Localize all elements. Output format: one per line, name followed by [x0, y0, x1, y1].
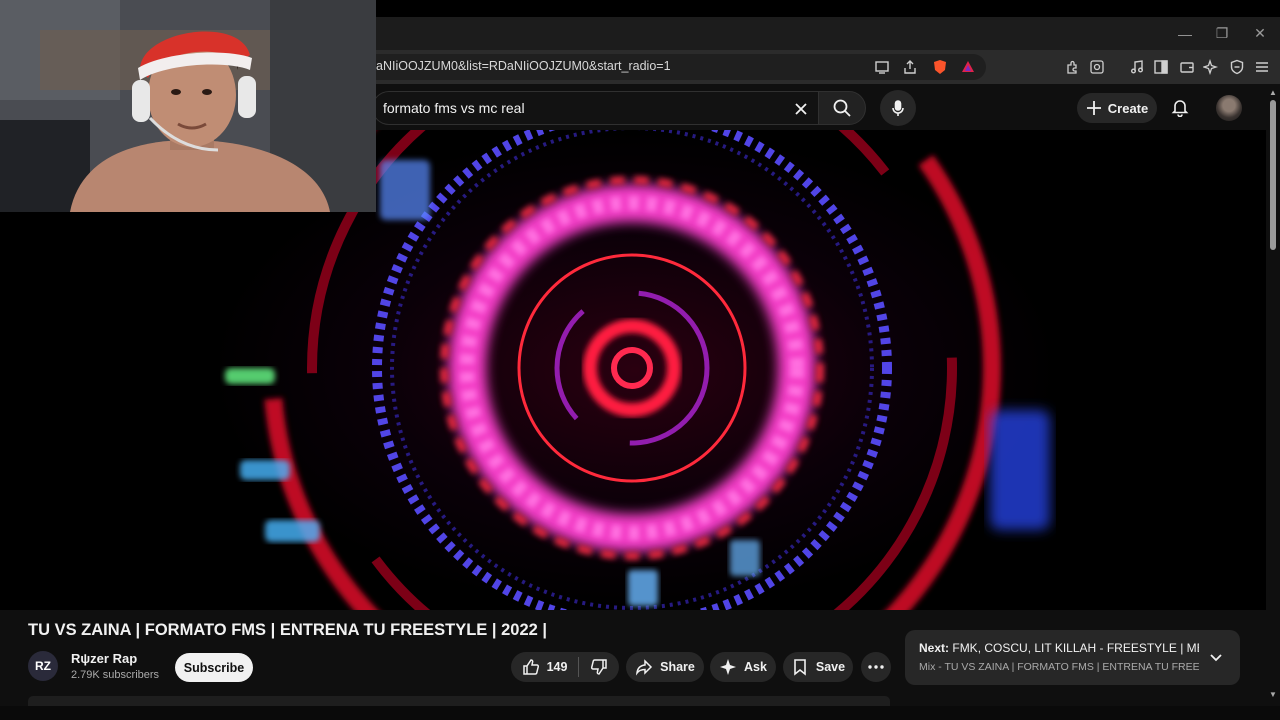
more-dots-icon — [868, 665, 884, 669]
search-icon — [833, 99, 851, 117]
chevron-down-icon[interactable] — [1206, 647, 1226, 667]
sidebar-icon[interactable] — [1151, 57, 1171, 77]
search-button[interactable] — [818, 91, 866, 125]
create-label: Create — [1107, 100, 1149, 116]
search-query-text: formato fms vs mc real — [383, 100, 525, 116]
next-label: Next: — [919, 641, 950, 655]
notifications-bell-icon[interactable] — [1168, 95, 1192, 119]
channel-name[interactable]: Rψzer Rap — [71, 651, 137, 666]
cast-icon[interactable] — [872, 57, 892, 77]
screen-bottom-strip — [0, 706, 1280, 720]
search-input[interactable]: formato fms vs mc real — [372, 91, 818, 125]
ask-label: Ask — [744, 660, 767, 674]
vpn-shield-icon[interactable] — [1227, 57, 1247, 77]
like-count: 149 — [546, 660, 568, 674]
channel-avatar[interactable]: RZ — [28, 651, 58, 681]
plus-icon — [1086, 101, 1101, 115]
ask-button[interactable]: Ask — [710, 652, 776, 682]
leo-icon[interactable] — [1087, 57, 1107, 77]
channel-avatar-initials: RZ — [35, 659, 51, 673]
description-box-edge — [28, 696, 890, 706]
scroll-down-icon[interactable]: ▼ — [1268, 690, 1278, 700]
scrollbar-thumb[interactable] — [1270, 100, 1276, 250]
like-button[interactable]: 149 — [522, 658, 568, 676]
wallet-icon[interactable] — [1177, 57, 1197, 77]
voice-search-button[interactable] — [880, 90, 916, 126]
ai-sparkle-icon[interactable] — [1201, 57, 1221, 77]
like-dislike-group: 149 — [511, 652, 619, 682]
thumbs-down-icon — [591, 659, 608, 675]
share-arrow-icon — [636, 659, 653, 676]
next-video-card[interactable]: Next: FMK, COSCU, LIT KILLAH - FREESTYLE… — [905, 630, 1240, 685]
bookmark-icon — [794, 659, 806, 676]
share-button[interactable]: Share — [626, 652, 704, 682]
url-text: aNIiOOJZUM0&list=RDaNIiOOJZUM0&start_rad… — [376, 59, 671, 73]
microphone-icon — [892, 100, 904, 116]
page-scrollbar[interactable]: ▲ ▼ — [1266, 84, 1280, 704]
restore-icon[interactable]: ❐ — [1203, 17, 1241, 50]
save-label: Save — [815, 660, 846, 674]
close-window-icon[interactable]: ✕ — [1241, 17, 1279, 50]
address-bar[interactable]: aNIiOOJZUM0&list=RDaNIiOOJZUM0&start_rad… — [360, 54, 986, 80]
share-page-icon[interactable] — [900, 57, 920, 77]
video-title: TU VS ZAINA | FORMATO FMS | ENTRENA TU F… — [28, 621, 548, 639]
save-button[interactable]: Save — [783, 652, 853, 682]
minimize-icon[interactable]: — — [1166, 17, 1204, 50]
subscriber-count: 2.79K subscribers — [71, 669, 160, 681]
share-label: Share — [660, 660, 695, 674]
next-video-subtitle: Mix - TU VS ZAINA | FORMATO FMS | ENTREN… — [919, 661, 1199, 673]
scroll-up-icon[interactable]: ▲ — [1268, 88, 1278, 98]
more-actions-button[interactable] — [861, 652, 891, 682]
subscribe-button[interactable]: Subscribe — [175, 653, 253, 682]
brave-rewards-icon[interactable] — [958, 57, 978, 77]
clear-search-icon[interactable] — [790, 98, 812, 120]
create-button[interactable]: Create — [1077, 93, 1157, 123]
next-title-text: FMK, COSCU, LIT KILLAH - FREESTYLE | MED… — [952, 641, 1199, 655]
webcam-overlay — [0, 0, 376, 212]
menu-icon[interactable] — [1252, 57, 1272, 77]
dislike-button[interactable] — [590, 658, 608, 676]
like-divider — [578, 657, 580, 677]
extensions-icon[interactable] — [1062, 57, 1082, 77]
account-avatar[interactable] — [1216, 95, 1242, 121]
sparkle-icon — [720, 659, 737, 675]
media-music-icon[interactable] — [1127, 57, 1147, 77]
brave-shield-icon[interactable] — [930, 57, 950, 77]
next-video-title: Next: FMK, COSCU, LIT KILLAH - FREESTYLE… — [919, 641, 1199, 655]
thumbs-up-icon — [522, 659, 539, 675]
